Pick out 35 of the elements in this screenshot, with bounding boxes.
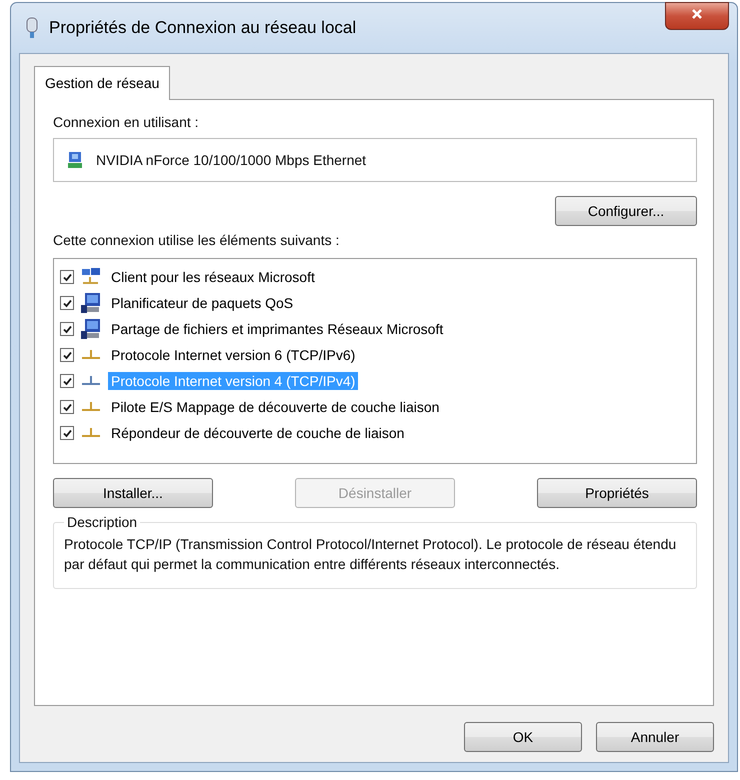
action-button[interactable]: Installer... [53, 478, 213, 508]
list-item[interactable]: Protocole Internet version 6 (TCP/IPv6) [108, 346, 358, 364]
network-plug-icon [25, 17, 39, 39]
computer-icon [80, 318, 102, 340]
window-title: Propriétés de Connexion au réseau local [49, 18, 356, 38]
checkbox[interactable] [60, 348, 74, 362]
checkbox[interactable] [60, 296, 74, 310]
checkbox[interactable] [60, 322, 74, 336]
network-protocol-icon [80, 400, 102, 414]
list-item[interactable]: Répondeur de découverte de couche de liaison [108, 424, 408, 442]
dialog-button[interactable]: OK [464, 722, 582, 752]
action-button[interactable]: Propriétés [537, 478, 697, 508]
adapter-name: NVIDIA nForce 10/100/1000 Mbps Ethernet [96, 152, 366, 168]
network-computers-icon [80, 267, 102, 287]
description-text: Protocole TCP/IP (Transmission Control Protocol/Internet Protocol). Le protocole de réseau étendu par défaut qui permet la communication entre différents réseaux interconnectés. [64, 535, 678, 574]
connect-using-label: Connexion en utilisant : [53, 114, 200, 130]
list-item[interactable]: Planificateur de paquets QoS [108, 294, 296, 312]
checkbox[interactable] [60, 426, 74, 440]
checkbox[interactable] [60, 270, 74, 284]
network-protocol-icon [80, 374, 102, 388]
computer-icon [80, 292, 102, 314]
network-protocol-icon [80, 426, 102, 440]
configure-button[interactable]: Configurer... [555, 196, 697, 226]
close-icon [691, 8, 703, 20]
list-item[interactable]: Client pour les réseaux Microsoft [108, 268, 318, 286]
items-label: Cette connexion utilise les éléments suivants : [53, 232, 340, 248]
description-title: Description [66, 514, 138, 530]
network-protocol-icon [80, 348, 102, 362]
list-item[interactable]: Pilote E/S Mappage de découverte de couche liaison [108, 398, 442, 416]
checkbox[interactable] [60, 374, 74, 388]
dialog-button[interactable]: Annuler [596, 722, 714, 752]
list-item[interactable]: Partage de fichiers et imprimantes Réseaux Microsoft [108, 320, 446, 338]
tab[interactable]: Gestion de réseau [34, 66, 170, 100]
checkbox[interactable] [60, 400, 74, 414]
close-button[interactable] [665, 2, 729, 30]
